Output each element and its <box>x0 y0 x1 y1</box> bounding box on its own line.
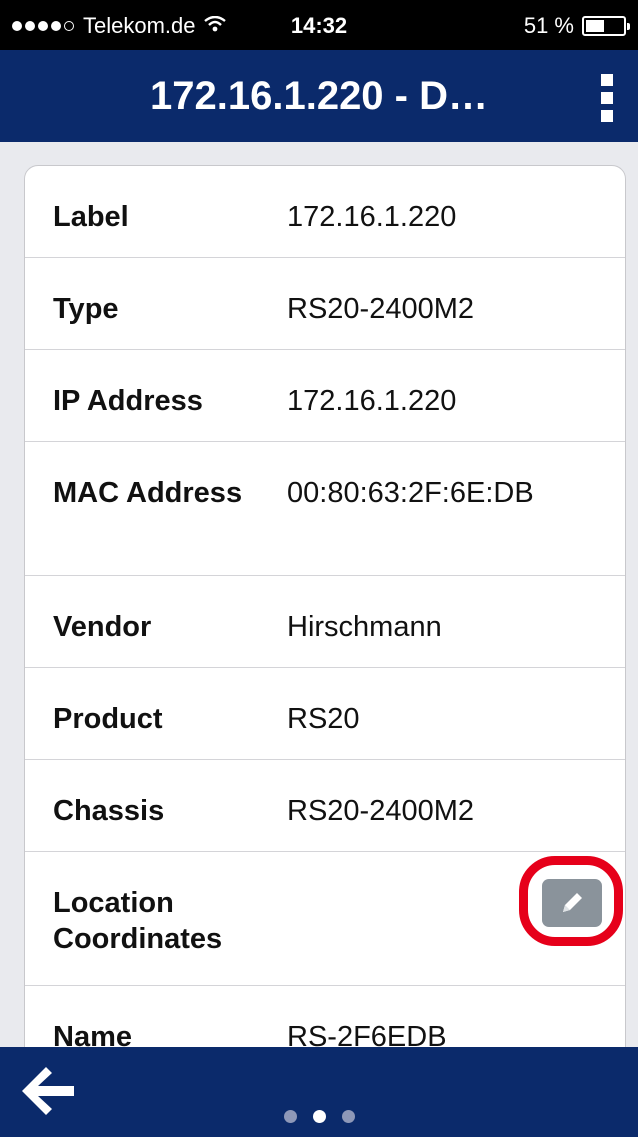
page-indicator <box>0 1110 638 1123</box>
battery-icon <box>582 16 630 36</box>
detail-label: MAC Address <box>53 477 243 509</box>
bottom-bar <box>0 1047 638 1137</box>
detail-row-ip-address: IP Address 172.16.1.220 <box>25 350 625 442</box>
detail-label: Type <box>53 293 119 325</box>
highlight-circle <box>519 856 623 946</box>
detail-row-mac-address: MAC Address 00:80:63:2F:6E:DB <box>25 442 625 576</box>
detail-label: IP Address <box>53 385 203 417</box>
detail-row-location-coordinates: Location Coordinates <box>25 852 625 986</box>
detail-value: RS-2F6EDB <box>287 1021 447 1047</box>
detail-label: Vendor <box>53 611 152 643</box>
detail-value: Hirschmann <box>287 611 442 643</box>
detail-row-vendor: Vendor Hirschmann <box>25 576 625 668</box>
detail-row-label: Label 172.16.1.220 <box>25 166 625 258</box>
battery-fill <box>586 20 605 32</box>
page-dot[interactable] <box>283 1110 297 1123</box>
detail-value: 00:80:63:2F:6E:DB <box>287 477 534 509</box>
detail-label: Label <box>53 201 129 233</box>
detail-label: Location Coordinates <box>53 887 223 955</box>
app-header: 172.16.1.220 - D… <box>0 50 638 142</box>
more-vertical-icon[interactable] <box>600 74 614 122</box>
detail-value: 172.16.1.220 <box>287 201 457 233</box>
page-title: 172.16.1.220 - D… <box>150 74 488 118</box>
detail-row-chassis: Chassis RS20-2400M2 <box>25 760 625 852</box>
details-scroll-area[interactable]: Label 172.16.1.220 Type RS20-2400M2 IP A… <box>24 165 626 1047</box>
details-table: Label 172.16.1.220 Type RS20-2400M2 IP A… <box>24 165 626 1047</box>
detail-label: Name <box>53 1021 132 1047</box>
detail-label: Product <box>53 703 163 735</box>
detail-value: RS20 <box>287 703 360 735</box>
detail-row-product: Product RS20 <box>25 668 625 760</box>
detail-label: Chassis <box>53 795 165 827</box>
page-dot-active[interactable] <box>312 1110 326 1123</box>
detail-value: RS20-2400M2 <box>287 795 474 827</box>
battery-percentage: 51 % <box>523 13 574 38</box>
page-dot[interactable] <box>341 1110 355 1123</box>
detail-row-name: Name RS-2F6EDB <box>25 986 625 1047</box>
status-right: 51 % <box>523 13 630 39</box>
pencil-icon <box>563 893 582 912</box>
edit-location-button[interactable] <box>542 879 602 927</box>
status-bar: Telekom.de 14:32 51 % <box>0 0 638 50</box>
detail-value: RS20-2400M2 <box>287 293 474 325</box>
detail-value: 172.16.1.220 <box>287 385 457 417</box>
detail-row-type: Type RS20-2400M2 <box>25 258 625 350</box>
